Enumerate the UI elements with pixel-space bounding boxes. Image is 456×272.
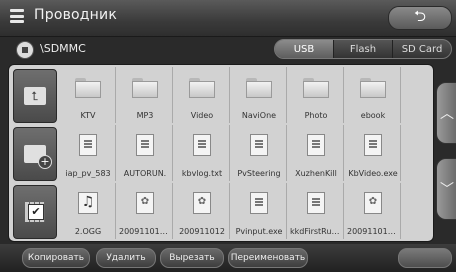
file-item[interactable]: kbvlog.txt — [175, 125, 230, 181]
doc-icon — [307, 192, 325, 214]
menu-icon — [10, 9, 24, 23]
item-label: MP3 — [136, 111, 154, 120]
item-label: KTV — [80, 111, 96, 120]
doc-icon — [79, 134, 97, 156]
title-bar: Проводник ⮌ — [0, 0, 456, 37]
doc-icon — [250, 134, 268, 156]
scroll-down-button[interactable]: ﹀ — [436, 158, 456, 220]
tab-flash[interactable]: Flash — [334, 40, 393, 58]
file-item[interactable]: iap_pv_583 — [61, 125, 116, 181]
rename-button[interactable]: Переименовать — [228, 248, 308, 268]
item-label: KbVideo.exe — [348, 169, 398, 178]
item-label: kkdFirstRun... — [290, 227, 342, 236]
item-label: Pvinput.exe — [235, 227, 283, 236]
folder-icon — [189, 78, 215, 98]
item-label: 200911013... — [347, 227, 399, 236]
file-item[interactable]: 2.OGG — [61, 183, 116, 239]
folder-item[interactable]: KTV — [61, 67, 116, 123]
extra-action-button[interactable] — [398, 248, 452, 268]
file-item[interactable]: 200911011... — [118, 183, 173, 239]
file-item[interactable]: Pvinput.exe — [232, 183, 287, 239]
back-button[interactable]: ⮌ — [388, 6, 452, 30]
folder-icon — [132, 78, 158, 98]
tab-usb[interactable]: USB — [275, 40, 334, 58]
current-path: \SDMMC — [40, 42, 86, 55]
folder-item[interactable]: NaviOne — [232, 67, 287, 123]
select-all-icon — [25, 202, 45, 222]
window-title: Проводник — [34, 7, 117, 23]
folder-item[interactable]: ebook — [346, 67, 401, 123]
file-item[interactable]: kkdFirstRun... — [289, 183, 344, 239]
action-bar: Копировать Удалить Вырезать Переименоват… — [0, 244, 456, 272]
item-label: 200911011... — [119, 227, 171, 236]
new-folder-button[interactable] — [13, 127, 57, 181]
item-label: PvSteering — [237, 169, 281, 178]
new-folder-icon — [24, 145, 52, 169]
folder-icon — [360, 78, 386, 98]
item-label: 2.OGG — [74, 227, 102, 236]
item-label: kbvlog.txt — [181, 169, 223, 178]
item-label: Photo — [304, 111, 328, 120]
up-folder-icon — [24, 87, 46, 105]
folder-item[interactable]: Video — [175, 67, 230, 123]
music-icon — [78, 192, 98, 214]
item-label: ebook — [360, 111, 386, 120]
path-bar: \SDMMC USB Flash SD Card — [10, 38, 452, 60]
folder-item[interactable]: MP3 — [118, 67, 173, 123]
doc-icon — [250, 192, 268, 214]
item-label: AUTORUN. — [123, 169, 167, 178]
image-icon — [193, 192, 211, 214]
select-all-button[interactable] — [13, 185, 57, 239]
scroll-up-button[interactable]: ︿ — [436, 82, 456, 144]
drive-icon — [16, 41, 34, 59]
image-icon — [136, 192, 154, 214]
folder-icon — [75, 78, 101, 98]
folder-icon — [303, 78, 329, 98]
item-label: XuzhenKill — [295, 169, 337, 178]
image-icon — [364, 192, 382, 214]
file-item[interactable]: XuzhenKill — [289, 125, 344, 181]
item-label: 200911012 — [179, 227, 225, 236]
folder-icon — [246, 78, 272, 98]
doc-icon — [307, 134, 325, 156]
cut-button[interactable]: Вырезать — [160, 248, 224, 268]
doc-icon — [136, 134, 154, 156]
copy-button[interactable]: Копировать — [22, 248, 90, 268]
doc-icon — [364, 134, 382, 156]
file-item[interactable]: PvSteering — [232, 125, 287, 181]
item-label: Video — [190, 111, 214, 120]
folder-item[interactable]: Photo — [289, 67, 344, 123]
item-label: iap_pv_583 — [65, 169, 111, 178]
file-item[interactable]: 200911012 — [175, 183, 230, 239]
file-item[interactable]: 200911013... — [346, 183, 401, 239]
tab-sd-card[interactable]: SD Card — [393, 40, 451, 58]
up-folder-button[interactable] — [13, 69, 57, 123]
file-item[interactable]: KbVideo.exe — [346, 125, 401, 181]
file-panel: KTV MP3 Video NaviOne Photo ebook iap_pv_583 AU… — [8, 64, 434, 242]
delete-button[interactable]: Удалить — [96, 248, 156, 268]
doc-icon — [193, 134, 211, 156]
item-label: NaviOne — [241, 111, 277, 120]
storage-tabs: USB Flash SD Card — [274, 39, 452, 59]
file-item[interactable]: AUTORUN. — [118, 125, 173, 181]
